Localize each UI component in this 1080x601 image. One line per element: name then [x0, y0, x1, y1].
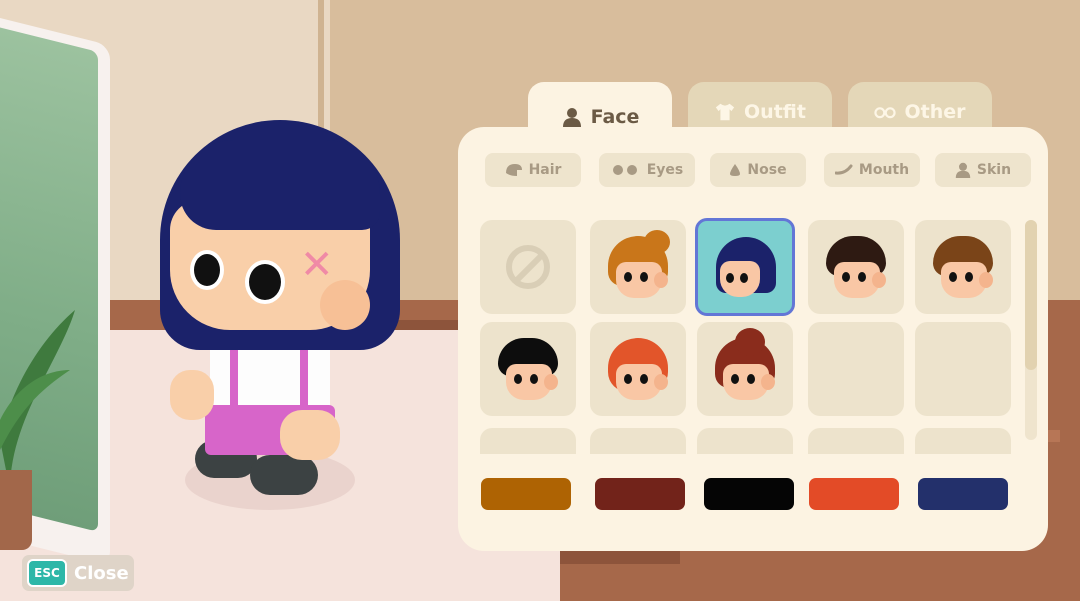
esc-key-icon: ESC	[27, 559, 67, 587]
hair-option-empty	[915, 322, 1011, 416]
subtab-skin[interactable]: Skin	[935, 153, 1031, 187]
hair-option[interactable]	[915, 428, 1011, 454]
hair-preview-icon	[715, 328, 775, 402]
hair-option[interactable]	[590, 322, 686, 416]
hair-option[interactable]	[808, 428, 904, 454]
hair-preview-icon	[716, 237, 776, 301]
mouth-icon	[834, 164, 853, 175]
tab-label: Outfit	[744, 101, 806, 123]
hair-preview-icon	[608, 230, 670, 300]
hair-color-swatch[interactable]	[481, 478, 571, 510]
hair-clip-icon: ✕	[300, 242, 334, 288]
character-preview: ✕	[150, 120, 410, 520]
nose-icon	[730, 164, 741, 176]
subtab-label: Eyes	[646, 162, 684, 178]
close-button[interactable]: ESC Close	[22, 555, 134, 591]
close-label: Close	[74, 562, 129, 584]
glasses-icon	[874, 102, 897, 122]
hair-color-swatch[interactable]	[595, 478, 685, 510]
tab-face[interactable]: Face	[528, 82, 672, 152]
hair-option-empty	[808, 322, 904, 416]
hair-color-swatch[interactable]	[809, 478, 899, 510]
subtab-label: Hair	[528, 162, 562, 178]
subtab-label: Skin	[976, 162, 1012, 178]
subtab-label: Nose	[747, 162, 787, 178]
plant-pot	[0, 470, 32, 550]
hair-option[interactable]	[590, 428, 686, 454]
hair-option[interactable]	[590, 220, 686, 314]
hair-option[interactable]	[915, 220, 1011, 314]
subtab-label: Mouth	[858, 162, 910, 178]
tab-label: Face	[590, 106, 640, 128]
character-leg	[250, 455, 318, 495]
shirt-icon	[714, 102, 736, 122]
tab-label: Other	[904, 101, 966, 123]
hair-preview-icon	[608, 338, 668, 402]
hair-option-selected[interactable]	[695, 218, 795, 316]
hair-option[interactable]	[697, 428, 793, 454]
hair-preview-icon	[498, 338, 558, 402]
eyes-icon	[612, 165, 637, 175]
subtab-nose[interactable]: Nose	[710, 153, 806, 187]
character-hand	[280, 410, 340, 460]
subtab-eyes[interactable]: Eyes	[599, 153, 695, 187]
character-eye	[190, 250, 224, 290]
hair-preview-icon	[933, 236, 993, 300]
person-icon	[561, 107, 583, 127]
hair-icon	[505, 164, 522, 176]
character-hand	[170, 370, 214, 420]
none-icon	[506, 245, 550, 289]
hair-option[interactable]	[480, 428, 576, 454]
hair-option[interactable]	[480, 322, 576, 416]
hair-option[interactable]	[697, 322, 793, 416]
hair-option[interactable]	[808, 220, 904, 314]
hair-color-swatch[interactable]	[918, 478, 1008, 510]
hair-option-none[interactable]	[480, 220, 576, 314]
character-bangs	[180, 140, 380, 230]
character-eye	[245, 260, 285, 304]
person-icon	[955, 162, 971, 178]
hair-preview-icon	[826, 236, 886, 300]
hair-color-swatch[interactable]	[704, 478, 794, 510]
scrollbar-thumb[interactable]	[1025, 220, 1037, 370]
subtab-hair[interactable]: Hair	[485, 153, 581, 187]
subtab-mouth[interactable]: Mouth	[824, 153, 920, 187]
